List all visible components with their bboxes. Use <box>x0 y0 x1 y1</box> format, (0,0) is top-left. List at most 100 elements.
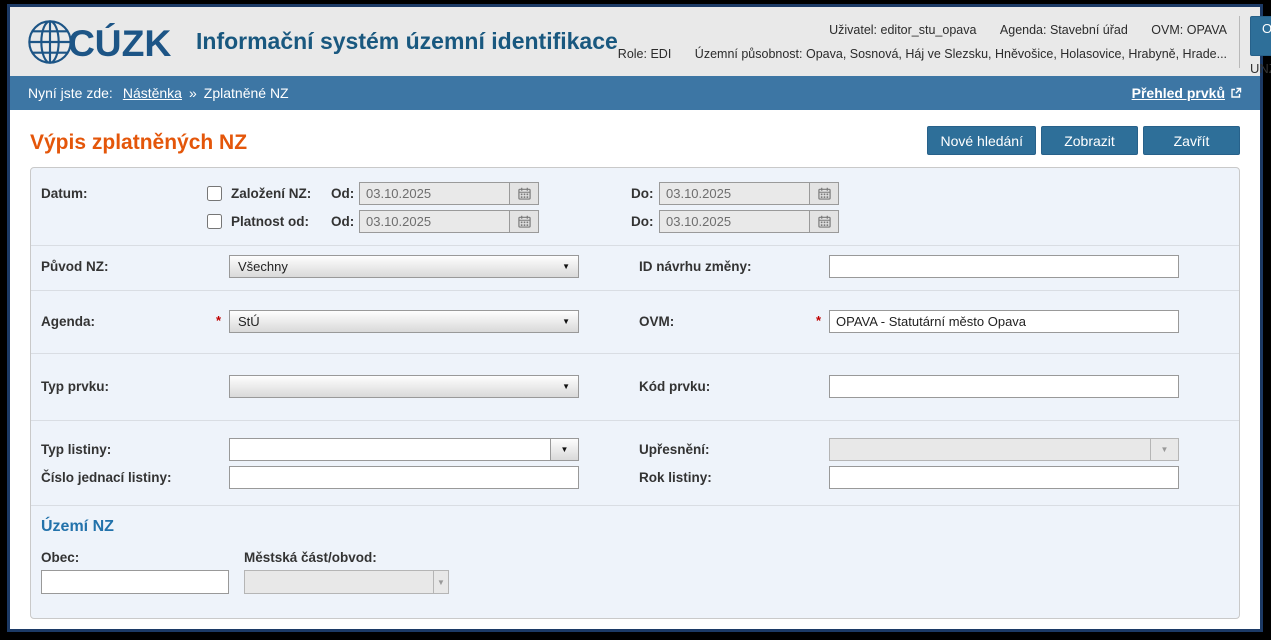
uzemi-fields: Obec: Městská část/obvod: ▼ <box>31 550 1239 594</box>
group-prvek: Typ prvku: ▼ Kód prvku: <box>31 353 1239 420</box>
upresneni-input[interactable] <box>829 438 1150 461</box>
puvod-nz-select[interactable]: Všechny ▼ <box>229 255 579 278</box>
header-right: Odhlásit se UNZ400 <box>1239 16 1271 68</box>
agenda-value: Stavební úřad <box>1050 23 1128 37</box>
zalozeni-nz-label: Založení NZ: <box>231 186 331 201</box>
uzemi-heading: Území NZ <box>31 518 1239 536</box>
app-code: UNZ400 <box>1250 61 1271 76</box>
chevron-down-icon: ▼ <box>562 262 570 271</box>
platnost-od-label: Platnost od: <box>231 214 331 229</box>
platnost-od-datefield <box>359 210 539 233</box>
agenda-label: Agenda: <box>1000 23 1047 37</box>
logo-letters-uzk: ÚZK <box>95 22 172 64</box>
puvod-nz-value: Všechny <box>238 259 288 274</box>
platnost-do-datefield <box>659 210 839 233</box>
puvod-nz-label: Původ NZ: <box>31 259 229 274</box>
group-datum: Datum: Založení NZ: Od: Do: <box>31 168 1239 245</box>
chevron-down-icon: ▼ <box>1161 445 1169 454</box>
datum-label: Datum: <box>31 186 207 201</box>
upresneni-combobox: ▼ <box>829 438 1179 461</box>
calendar-icon <box>518 187 531 200</box>
page-title: Výpis zplatněných NZ <box>30 131 247 155</box>
breadcrumb-separator: » <box>189 85 197 101</box>
prehled-prvku-link[interactable]: Přehled prvků <box>1132 85 1225 101</box>
kod-prvku-label: Kód prvku: <box>639 379 829 394</box>
logout-button[interactable]: Odhlásit se <box>1250 16 1271 56</box>
group-agenda-ovm: Agenda: * StÚ ▼ OVM: * <box>31 290 1239 353</box>
calendar-icon <box>818 215 831 228</box>
datum-row-zalozeni: Datum: Založení NZ: Od: Do: <box>31 181 1239 205</box>
required-asterisk: * <box>816 313 821 328</box>
do-label: Do: <box>631 186 659 201</box>
mestska-cast-combobox: ▼ <box>244 570 449 594</box>
globe-icon: C ÚZK <box>26 16 184 68</box>
app-title: Informační systém územní identifikace <box>196 28 618 55</box>
typ-prvku-label: Typ prvku: <box>31 379 229 394</box>
breadcrumb-prefix: Nyní jste zde: <box>28 85 113 101</box>
zalozeni-do-calendar-button[interactable] <box>809 183 838 204</box>
session-info-line-2: Role: EDI Územní působnost: Opava, Sosno… <box>618 42 1227 66</box>
zalozeni-do-datefield <box>659 182 839 205</box>
zalozeni-od-input[interactable] <box>360 183 509 204</box>
typ-listiny-input[interactable] <box>229 438 550 461</box>
mestska-cast-dropdown-button[interactable]: ▼ <box>433 570 449 594</box>
group-uzemi: Území NZ Obec: Městská část/obvod: ▼ <box>31 505 1239 594</box>
datum-row-platnost: Platnost od: Od: Do: <box>31 209 1239 233</box>
required-asterisk: * <box>216 313 221 328</box>
platnost-od-calendar-button[interactable] <box>509 211 538 232</box>
typ-listiny-dropdown-button[interactable]: ▼ <box>550 438 579 461</box>
user-label: Uživatel: <box>829 23 877 37</box>
session-info: Uživatel: editor_stu_opava Agenda: Stave… <box>618 18 1227 66</box>
zalozeni-do-input[interactable] <box>660 183 809 204</box>
zalozeni-od-datefield <box>359 182 539 205</box>
role-label: Role: <box>618 47 647 61</box>
cislo-jednaci-input[interactable] <box>229 466 579 489</box>
obec-input[interactable] <box>41 570 229 594</box>
close-button[interactable]: Zavřít <box>1143 126 1240 155</box>
title-row: Výpis zplatněných NZ Nové hledání Zobraz… <box>30 125 1240 155</box>
rok-listiny-label: Rok listiny: <box>639 470 829 485</box>
chevron-down-icon: ▼ <box>437 578 445 587</box>
session-info-line-1: Uživatel: editor_stu_opava Agenda: Stave… <box>618 18 1227 42</box>
platnost-od-checkbox[interactable] <box>207 214 222 229</box>
group-listina: Typ listiny: ▼ Upřesnění: ▼ <box>31 420 1239 505</box>
obec-label: Obec: <box>41 550 229 565</box>
ovm-field-label: OVM: <box>639 314 829 329</box>
kod-prvku-input[interactable] <box>829 375 1179 398</box>
platnost-do-calendar-button[interactable] <box>809 211 838 232</box>
typ-listiny-combobox: ▼ <box>229 438 579 461</box>
show-button[interactable]: Zobrazit <box>1041 126 1138 155</box>
agenda-select[interactable]: StÚ ▼ <box>229 310 579 333</box>
calendar-icon <box>518 215 531 228</box>
platnost-do-input[interactable] <box>660 211 809 232</box>
group-puvod: Původ NZ: Všechny ▼ ID návrhu změny: <box>31 245 1239 290</box>
screen: { "header": { "logo_c": "C", "logo_zk": … <box>0 0 1271 640</box>
role-value: EDI <box>650 47 671 61</box>
upresneni-label: Upřesnění: <box>639 442 829 457</box>
agenda-select-value: StÚ <box>238 314 260 329</box>
ovm-label: OVM: <box>1151 23 1183 37</box>
cislo-jednaci-label: Číslo jednací listiny: <box>31 470 229 485</box>
chevron-down-icon: ▼ <box>562 317 570 326</box>
mestska-cast-input[interactable] <box>244 570 433 594</box>
scope-value: Opava, Sosnová, Háj ve Slezsku, Hněvošic… <box>806 47 1227 61</box>
zalozeni-nz-checkbox[interactable] <box>207 186 222 201</box>
new-search-button[interactable]: Nové hledání <box>927 126 1036 155</box>
id-navrhu-input[interactable] <box>829 255 1179 278</box>
app-header: C ÚZK Informační systém územní identifik… <box>10 7 1260 76</box>
calendar-icon <box>818 187 831 200</box>
upresneni-dropdown-button[interactable]: ▼ <box>1150 438 1179 461</box>
breadcrumb-current: Zplatněné NZ <box>204 85 289 101</box>
breadcrumb-link-dashboard[interactable]: Nástěnka <box>123 85 182 101</box>
breadcrumb-bar: Nyní jste zde: Nástěnka » Zplatněné NZ P… <box>10 76 1260 110</box>
rok-listiny-input[interactable] <box>829 466 1179 489</box>
chevron-down-icon: ▼ <box>562 382 570 391</box>
user-value: editor_stu_opava <box>881 23 977 37</box>
typ-prvku-select[interactable]: ▼ <box>229 375 579 398</box>
od-label: Od: <box>331 214 359 229</box>
platnost-od-input[interactable] <box>360 211 509 232</box>
zalozeni-od-calendar-button[interactable] <box>509 183 538 204</box>
ovm-input[interactable] <box>829 310 1179 333</box>
mestska-cast-label: Městská část/obvod: <box>244 550 449 565</box>
do-label: Do: <box>631 214 659 229</box>
